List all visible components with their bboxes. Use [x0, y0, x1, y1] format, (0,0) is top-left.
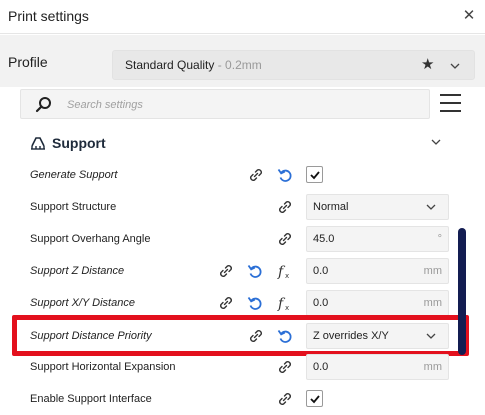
close-icon[interactable]: ✕ [461, 6, 477, 26]
support-xy-distance-input[interactable]: 0.0 mm [306, 290, 449, 316]
check-icon [310, 395, 320, 404]
profile-name: Standard Quality - 0.2mm [125, 58, 262, 72]
setting-label: Generate Support [30, 169, 118, 181]
link-icon [279, 233, 291, 245]
link-icon [220, 265, 232, 277]
setting-row-support-structure: Support Structure Normal [0, 192, 455, 222]
chevron-down-icon [426, 204, 436, 210]
support-z-distance-input[interactable]: 0.0 mm [306, 258, 449, 284]
enable-support-interface-checkbox[interactable] [306, 390, 323, 407]
field-unit: ° [437, 233, 442, 245]
profile-label: Profile [8, 54, 48, 70]
link-icon [220, 297, 232, 309]
setting-row-support-z-distance: Support Z Distance fx 0.0 mm [0, 256, 455, 286]
section-label: Support [52, 135, 106, 151]
profile-layer-height: - 0.2mm [214, 58, 262, 72]
field-unit: mm [423, 265, 442, 277]
search-icon [35, 97, 51, 113]
setting-row-enable-support-interface: Enable Support Interface [0, 384, 455, 414]
support-section-header[interactable]: Support [0, 124, 485, 156]
function-icon[interactable]: fx [276, 262, 294, 280]
window-title: Print settings [8, 8, 89, 24]
setting-label: Support Z Distance [30, 265, 125, 277]
profile-name-text: Standard Quality [125, 58, 215, 72]
support-category-icon [31, 137, 45, 150]
support-structure-select[interactable]: Normal [306, 194, 449, 220]
field-value: 0.0 [313, 265, 329, 277]
setting-label: Support Overhang Angle [30, 233, 151, 245]
chevron-down-icon[interactable] [431, 137, 441, 147]
field-unit: mm [423, 361, 442, 373]
reset-icon[interactable] [246, 294, 264, 312]
highlight-box [12, 315, 469, 356]
support-horizontal-expansion-input[interactable]: 0.0 mm [306, 354, 449, 380]
field-value: 0.0 [313, 361, 329, 373]
link-icon [250, 169, 262, 181]
setting-row-support-horizontal-expansion: Support Horizontal Expansion 0.0 mm [0, 352, 455, 382]
field-value: 0.0 [313, 297, 329, 309]
setting-label: Enable Support Interface [30, 393, 152, 405]
setting-row-generate-support: Generate Support [0, 160, 455, 190]
field-unit: mm [423, 297, 442, 309]
support-overhang-angle-input[interactable]: 45.0 ° [306, 226, 449, 252]
reset-icon[interactable] [276, 166, 294, 184]
setting-row-support-xy-distance: Support X/Y Distance fx 0.0 mm [0, 288, 455, 318]
function-icon[interactable]: fx [276, 294, 294, 312]
dropdown-value: Normal [313, 201, 349, 213]
search-placeholder: Search settings [67, 99, 143, 111]
chevron-down-icon[interactable] [450, 61, 460, 71]
star-icon[interactable]: ★ [421, 55, 434, 73]
setting-row-support-overhang-angle: Support Overhang Angle 45.0 ° [0, 224, 455, 254]
link-icon [279, 393, 291, 405]
setting-label: Support Horizontal Expansion [30, 361, 176, 373]
search-input[interactable]: Search settings [20, 89, 430, 119]
setting-label: Support X/Y Distance [30, 297, 135, 309]
menu-icon[interactable] [440, 93, 462, 113]
check-icon [310, 171, 320, 180]
reset-icon[interactable] [246, 262, 264, 280]
link-icon [279, 361, 291, 373]
setting-label: Support Structure [30, 201, 117, 213]
profile-select[interactable]: Standard Quality - 0.2mm ★ [112, 50, 475, 80]
svg-text:x: x [285, 272, 289, 280]
title-bar: Print settings ✕ [0, 0, 485, 34]
scrollbar[interactable] [458, 228, 466, 355]
profile-row: Profile Standard Quality - 0.2mm ★ [0, 35, 485, 87]
field-value: 45.0 [313, 233, 335, 245]
link-icon [279, 201, 291, 213]
generate-support-checkbox[interactable] [306, 166, 323, 183]
search-row: Search settings [0, 87, 485, 123]
svg-text:x: x [285, 304, 289, 312]
